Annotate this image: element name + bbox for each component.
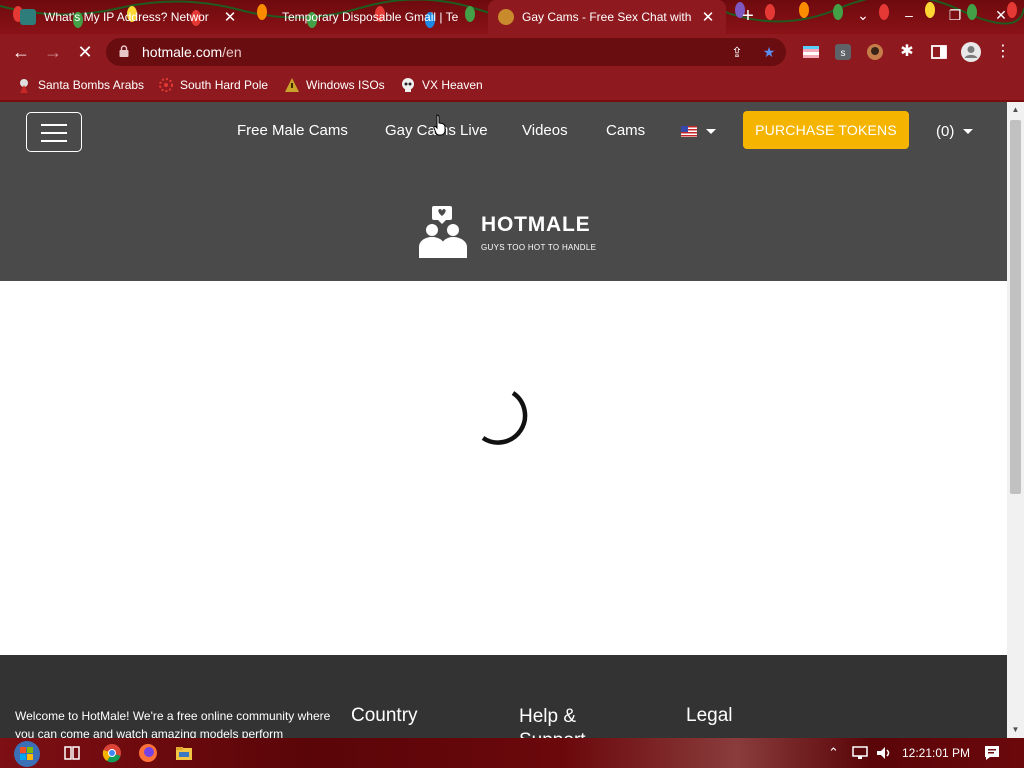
nav-cams[interactable]: Cams <box>606 122 645 139</box>
file-explorer-icon[interactable] <box>174 743 194 763</box>
windows-taskbar: ⌃ 12:21:01 PM <box>0 738 1024 768</box>
language-caret-icon[interactable] <box>706 129 716 134</box>
restore-button[interactable]: ❐ <box>932 0 978 30</box>
url-text: hotmale.com/en <box>142 44 242 60</box>
page-viewport: Free Male Cams Gay Cams Live Videos Cams… <box>0 102 1007 738</box>
footer-heading-country: Country <box>351 705 418 726</box>
logo-wordmark: HOTMALE <box>481 213 591 236</box>
chrome-icon[interactable] <box>102 743 122 763</box>
bookmark-south-hard-pole[interactable]: South Hard Pole <box>158 77 268 93</box>
skull-icon <box>402 78 414 92</box>
volume-icon[interactable] <box>874 743 894 763</box>
hotmale-logo-icon <box>419 206 467 258</box>
extension-s-icon[interactable]: s <box>834 43 852 61</box>
url-host: hotmale.com <box>142 44 223 60</box>
nav-videos[interactable]: Videos <box>522 122 568 139</box>
site-logo[interactable]: HOTMALE GUYS TOO HOT TO HANDLE <box>417 204 617 260</box>
tab-search-icon[interactable]: ⌄ <box>840 0 886 30</box>
bookmark-windows-isos[interactable]: Windows ISOs <box>284 77 385 93</box>
footer-heading-legal: Legal <box>686 705 733 726</box>
bookmark-vx-heaven[interactable]: VX Heaven <box>400 77 483 93</box>
network-icon[interactable] <box>850 743 870 763</box>
tab-favicon <box>498 9 514 25</box>
notifications-icon[interactable] <box>982 743 1002 763</box>
minimize-button[interactable]: – <box>886 0 932 30</box>
back-arrow-icon[interactable]: ← <box>10 42 32 64</box>
site-header: Free Male Cams Gay Cams Live Videos Cams… <box>0 102 1007 281</box>
tab-gay-cams[interactable]: Gay Cams - Free Sex Chat with S ✕ <box>488 0 726 34</box>
tab-title: Gay Cams - Free Sex Chat with S <box>522 10 694 24</box>
tab-title: What's My IP Address? Networ <box>44 10 209 24</box>
scroll-up-arrow-icon[interactable]: ▲ <box>1007 102 1024 118</box>
purchase-tokens-button[interactable]: PURCHASE TOKENS <box>743 111 909 149</box>
scrollbar-thumb[interactable] <box>1010 120 1021 494</box>
hand-cursor-icon <box>433 114 446 136</box>
forward-arrow-icon[interactable]: → <box>42 42 64 64</box>
bookmark-label: Windows ISOs <box>306 78 385 92</box>
url-path: /en <box>222 44 242 60</box>
nav-free-male-cams[interactable]: Free Male Cams <box>237 122 348 139</box>
santa-icon <box>20 79 28 93</box>
tab-ip-address[interactable]: What's My IP Address? Networ ✕ <box>10 0 248 34</box>
address-bar[interactable]: hotmale.com/en ⇪ ★ <box>106 38 786 66</box>
bookmarks-bar: Santa Bombs Arabs South Hard Pole Window… <box>0 70 1024 100</box>
profile-avatar-icon[interactable] <box>960 41 982 63</box>
new-tab-button[interactable]: + <box>738 6 758 26</box>
tab-disposable-gmail[interactable]: Temporary Disposable Gmail | Te <box>258 0 480 34</box>
tab-favicon <box>20 9 36 25</box>
bookmark-santa-bombs-arabs[interactable]: Santa Bombs Arabs <box>16 77 144 93</box>
bookmark-label: South Hard Pole <box>180 78 269 92</box>
lock-icon <box>119 45 129 57</box>
side-panel-icon[interactable] <box>930 43 948 61</box>
logo-tagline: GUYS TOO HOT TO HANDLE <box>481 243 597 252</box>
browser-toolbar: ← → ✕ hotmale.com/en ⇪ ★ s ✱ ⋮ <box>0 34 1024 70</box>
page-scrollbar[interactable]: ▲ ▼ <box>1007 102 1024 738</box>
share-icon[interactable]: ⇪ <box>728 43 746 61</box>
token-count[interactable]: (0) <box>936 123 954 140</box>
loading-spinner-icon <box>481 391 528 445</box>
tab-strip: What's My IP Address? Networ ✕ Temporary… <box>0 0 1024 34</box>
bookmark-star-icon[interactable]: ★ <box>760 43 778 61</box>
warning-triangle-icon <box>285 78 299 92</box>
site-footer: Welcome to HotMale! We're a free online … <box>0 655 1007 738</box>
close-window-button[interactable]: ✕ <box>978 0 1024 30</box>
close-tab-icon[interactable]: ✕ <box>700 8 716 26</box>
account-caret-icon[interactable] <box>963 129 973 134</box>
tab-title: Temporary Disposable Gmail | Te <box>282 10 459 24</box>
extension-avatar-icon[interactable] <box>866 43 884 61</box>
us-flag-icon[interactable] <box>681 126 697 137</box>
footer-about-text: Welcome to HotMale! We're a free online … <box>15 709 331 738</box>
bookmark-label: VX Heaven <box>422 78 483 92</box>
task-view-icon[interactable] <box>62 743 82 763</box>
snowflake-icon <box>159 78 173 92</box>
close-tab-icon[interactable]: ✕ <box>222 8 238 26</box>
scroll-down-arrow-icon[interactable]: ▼ <box>1007 722 1024 738</box>
firefox-icon[interactable] <box>138 743 158 763</box>
tray-expand-icon[interactable]: ⌃ <box>828 745 839 761</box>
start-orb-icon[interactable] <box>10 740 44 768</box>
bookmark-label: Santa Bombs Arabs <box>38 78 145 92</box>
extension-flag-icon[interactable] <box>802 43 820 61</box>
svg-text:s: s <box>841 48 846 59</box>
hamburger-menu-button[interactable] <box>26 112 82 152</box>
stop-loading-icon[interactable]: ✕ <box>74 42 96 64</box>
extensions-puzzle-icon[interactable]: ✱ <box>898 43 916 61</box>
taskbar-clock[interactable]: 12:21:01 PM <box>902 746 970 760</box>
footer-heading-help-support: Help & Support <box>519 706 586 738</box>
browser-menu-icon[interactable]: ⋮ <box>994 43 1012 61</box>
